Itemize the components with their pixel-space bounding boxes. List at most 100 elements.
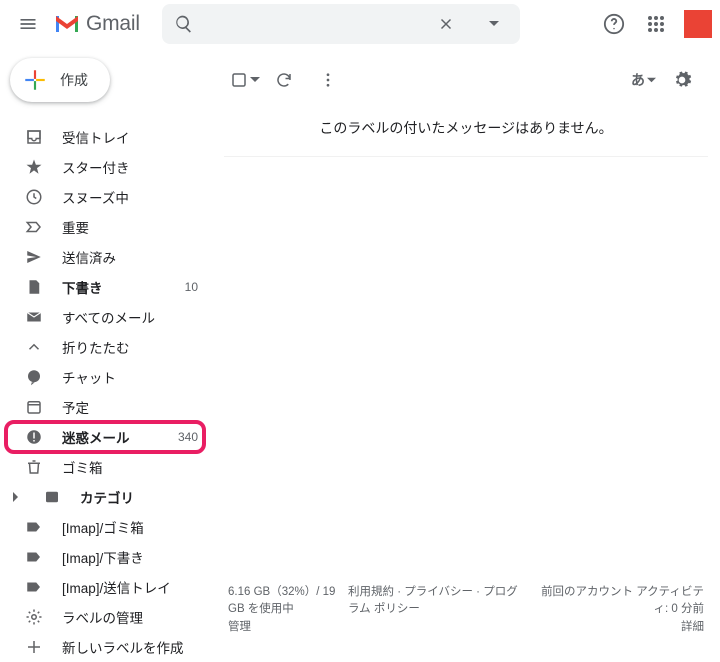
sidebar-item-spam[interactable]: 迷惑メール 340 (0, 422, 210, 452)
main-pane: あ このラベルの付いたメッセージはありません。 6.16 GB（32%）/ 19… (216, 48, 720, 661)
sidebar-item-settings[interactable]: ラベルの管理 (0, 602, 210, 632)
category-icon (42, 488, 62, 506)
plus-multicolor-icon (22, 67, 48, 93)
sidebar-item-allmail[interactable]: すべてのメール (0, 302, 210, 332)
caret-down-icon (647, 76, 656, 85)
sidebar-item-plus[interactable]: 新しいラベルを作成 (0, 632, 210, 662)
draft-icon (24, 278, 44, 296)
chat-icon (24, 368, 44, 386)
inbox-icon (24, 128, 44, 146)
storage-manage-link[interactable]: 管理 (228, 619, 338, 637)
trash-icon (24, 458, 44, 476)
input-tools-label: あ (631, 70, 645, 90)
refresh-button[interactable] (264, 60, 304, 100)
close-icon (437, 15, 455, 33)
sidebar-item-label: [Imap]/ゴミ箱 (62, 517, 198, 537)
sidebar-item-label: カテゴリ (80, 487, 198, 507)
search-clear-button[interactable] (426, 4, 466, 44)
empty-label-message: このラベルの付いたメッセージはありません。 (224, 104, 708, 157)
input-tools-button[interactable]: あ (631, 70, 656, 90)
refresh-icon (275, 71, 293, 89)
sidebar-item-label: 折りたたむ (62, 337, 198, 357)
sidebar-item-calendar[interactable]: 予定 (0, 392, 210, 422)
star-icon (24, 158, 44, 176)
sidebar: 作成 受信トレイスター付きスヌーズ中重要送信済み下書き 10 すべてのメール折りたた… (0, 48, 216, 661)
sidebar-item-star[interactable]: スター付き (0, 152, 210, 182)
label-icon (24, 548, 44, 566)
calendar-icon (24, 398, 44, 416)
search-options-button[interactable] (474, 4, 514, 44)
settings-button[interactable] (662, 60, 702, 100)
sidebar-item-label: 新しいラベルを作成 (62, 637, 198, 657)
compose-label: 作成 (60, 70, 88, 90)
app-header: Gmail (0, 0, 720, 48)
sidebar-item-clock[interactable]: スヌーズ中 (0, 182, 210, 212)
sidebar-item-category[interactable]: カテゴリ (0, 482, 210, 512)
sidebar-item-send[interactable]: 送信済み (0, 242, 210, 272)
sidebar-item-label: 受信トレイ (62, 127, 198, 147)
account-avatar[interactable] (684, 10, 712, 38)
send-icon (24, 248, 44, 266)
more-button[interactable] (308, 60, 348, 100)
hamburger-icon (18, 14, 38, 34)
compose-button[interactable]: 作成 (10, 58, 110, 102)
sidebar-item-label: ゴミ箱 (62, 457, 198, 477)
plus-icon (24, 638, 44, 656)
apps-button[interactable] (636, 4, 676, 44)
sidebar-item-label: 下書き (62, 277, 156, 297)
sidebar-item-label[interactable]: [Imap]/ゴミ箱 (0, 512, 210, 542)
sidebar-item-label: 予定 (62, 397, 198, 417)
expand-icon (6, 492, 26, 502)
sidebar-item-label: [Imap]/送信トレイ (62, 577, 198, 597)
checkbox-icon (230, 71, 248, 89)
sidebar-item-label: 送信済み (62, 247, 198, 267)
label-icon (24, 578, 44, 596)
footer: 6.16 GB（32%）/ 19 GB を使用中 管理 利用規約 · プライバシ… (224, 576, 708, 661)
important-icon (24, 218, 44, 236)
sidebar-item-label: スター付き (62, 157, 198, 177)
sidebar-item-label: [Imap]/下書き (62, 547, 198, 567)
activity-details-link[interactable]: 詳細 (534, 619, 704, 637)
sidebar-item-chat[interactable]: チャット (0, 362, 210, 392)
search-bar[interactable] (162, 4, 520, 44)
sidebar-item-count: 10 (174, 280, 198, 294)
sidebar-item-label: 重要 (62, 217, 198, 237)
sidebar-item-label: ラベルの管理 (62, 607, 198, 627)
last-activity: 前回のアカウント アクティビティ: 0 分前 (534, 584, 704, 620)
gmail-logo-icon (54, 14, 80, 34)
settings-icon (24, 608, 44, 626)
select-all-checkbox[interactable] (230, 71, 260, 89)
sidebar-item-important[interactable]: 重要 (0, 212, 210, 242)
apps-grid-icon (647, 15, 665, 33)
sidebar-item-draft[interactable]: 下書き 10 (0, 272, 210, 302)
help-button[interactable] (594, 4, 634, 44)
sidebar-item-inbox[interactable]: 受信トレイ (0, 122, 210, 152)
sidebar-item-label: スヌーズ中 (62, 187, 198, 207)
gmail-logo-text: Gmail (86, 12, 140, 36)
sidebar-item-count: 340 (174, 430, 198, 444)
footer-policies[interactable]: 利用規約 · プライバシー · プログラム ポリシー (348, 584, 524, 620)
clock-icon (24, 188, 44, 206)
sidebar-nav: 受信トレイスター付きスヌーズ中重要送信済み下書き 10 すべてのメール折りたたむチャ… (0, 122, 210, 662)
sidebar-item-trash[interactable]: ゴミ箱 (0, 452, 210, 482)
gmail-logo[interactable]: Gmail (54, 12, 140, 36)
sidebar-item-label: 迷惑メール (62, 427, 156, 447)
sidebar-item-label: すべてのメール (62, 307, 198, 327)
caret-down-icon (250, 75, 260, 85)
sidebar-item-label: チャット (62, 367, 198, 387)
main-menu-button[interactable] (6, 2, 50, 46)
storage-usage: 6.16 GB（32%）/ 19 GB を使用中 (228, 584, 338, 620)
search-icon (174, 14, 194, 34)
more-vert-icon (319, 71, 337, 89)
gear-icon (672, 70, 692, 90)
sidebar-item-collapse[interactable]: 折りたたむ (0, 332, 210, 362)
allmail-icon (24, 308, 44, 326)
mail-toolbar: あ (224, 56, 708, 104)
collapse-icon (24, 338, 44, 356)
spam-icon (24, 428, 44, 446)
label-icon (24, 518, 44, 536)
caret-down-icon (489, 19, 499, 29)
sidebar-item-label[interactable]: [Imap]/送信トレイ (0, 572, 210, 602)
sidebar-item-label[interactable]: [Imap]/下書き (0, 542, 210, 572)
help-icon (603, 13, 625, 35)
